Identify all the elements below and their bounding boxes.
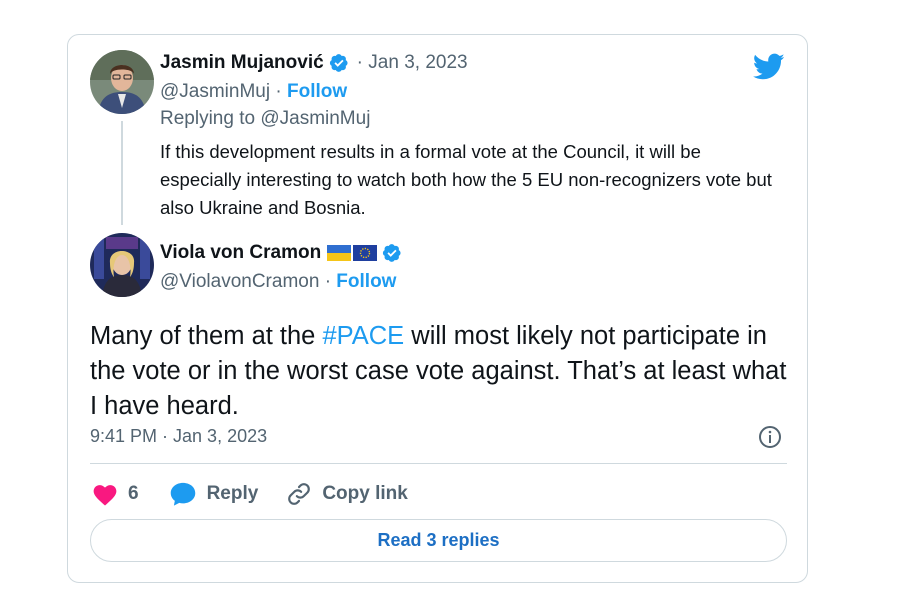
hashtag-link[interactable]: #PACE — [322, 322, 404, 350]
twitter-bird-icon[interactable] — [753, 53, 785, 81]
info-icon[interactable] — [758, 425, 782, 449]
parent-handle-row: @JasminMuj · Follow — [160, 81, 347, 103]
reply-button[interactable]: Reply — [169, 481, 259, 507]
eu-flag-icon — [353, 245, 378, 261]
separator-dot: · — [275, 81, 282, 102]
author-handle[interactable]: @JasminMuj — [160, 81, 270, 102]
tweet-text-part: Many of them at the — [90, 322, 323, 350]
copy-link-label: Copy link — [322, 483, 408, 504]
avatar-jasmin[interactable] — [90, 50, 154, 114]
separator-dot: · — [324, 271, 332, 292]
parent-tweet-header: Jasmin Mujanović · Jan 3, 2023 — [160, 52, 468, 74]
author-name[interactable]: Jasmin Mujanović — [160, 52, 324, 74]
main-tweet-text: Many of them at the #PACE will most like… — [90, 319, 795, 424]
author-name[interactable]: Viola von Cramon — [160, 242, 321, 264]
verified-badge-icon — [329, 54, 348, 72]
like-button[interactable]: 6 — [92, 482, 139, 506]
tweet-timestamp[interactable]: 9:41 PM · Jan 3, 2023 — [90, 426, 267, 447]
main-tweet-header: Viola von Cramon — [160, 242, 402, 264]
ukraine-flag-icon — [327, 245, 352, 261]
divider — [90, 463, 787, 464]
tweet-embed-card: Jasmin Mujanović · Jan 3, 2023 @JasminMu… — [67, 34, 808, 583]
replying-to-label[interactable]: Replying to @JasminMuj — [160, 108, 370, 130]
reply-bubble-icon — [170, 482, 195, 506]
parent-tweet-text: If this development results in a formal … — [160, 141, 772, 218]
verified-badge-icon — [383, 244, 401, 262]
like-count: 6 — [128, 483, 139, 504]
tweet-date[interactable]: · Jan 3, 2023 — [357, 52, 468, 74]
follow-button[interactable]: Follow — [336, 271, 396, 292]
copy-link-button[interactable]: Copy link — [286, 481, 408, 507]
thread-connector-line — [121, 121, 123, 225]
reply-label: Reply — [206, 483, 259, 504]
read-replies-button[interactable]: Read 3 replies — [90, 519, 787, 562]
link-icon — [288, 483, 311, 505]
action-bar: 6 Reply Copy link — [92, 479, 436, 509]
follow-button[interactable]: Follow — [287, 81, 347, 102]
main-handle-row: @ViolavonCramon · Follow — [160, 271, 396, 293]
heart-icon — [93, 485, 117, 506]
author-handle[interactable]: @ViolavonCramon — [160, 271, 319, 292]
avatar-viola[interactable] — [90, 233, 154, 297]
